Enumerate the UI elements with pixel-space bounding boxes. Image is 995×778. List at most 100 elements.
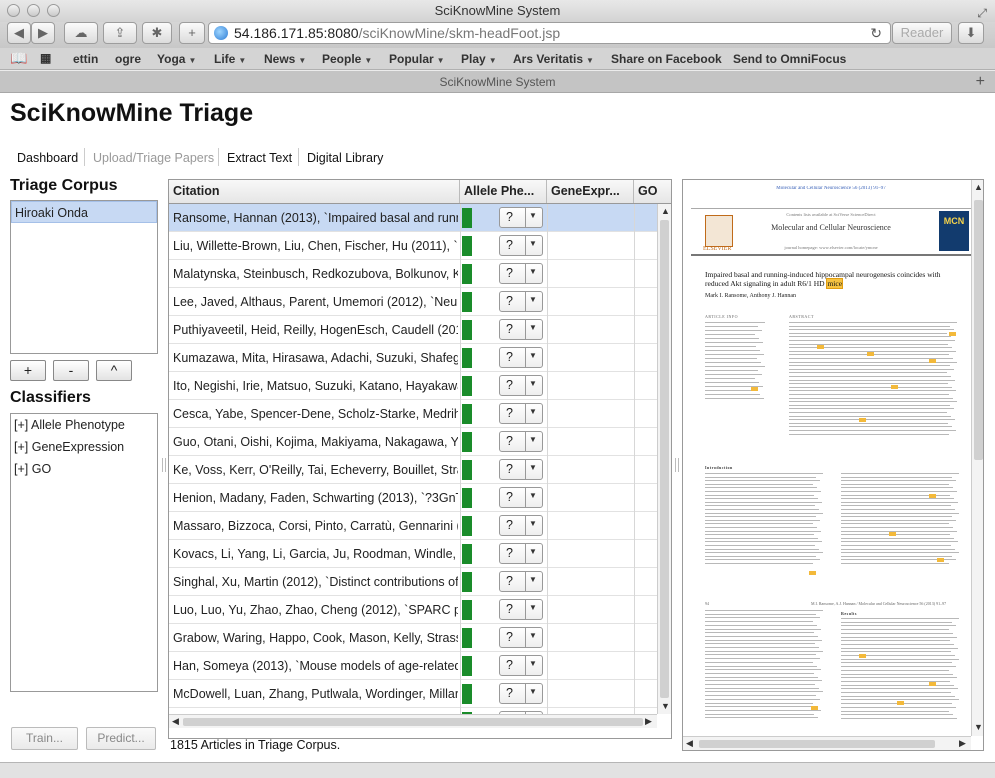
chevron-down-icon[interactable]: ▼ [529,631,537,640]
table-row[interactable]: Puthiyaveetil, Heid, Reilly, HogenEsch, … [169,316,657,344]
bookmark-item[interactable]: Share on Facebook [611,52,722,66]
column-header-allele-phenotype[interactable]: Allele Phe... [460,180,547,203]
chevron-down-icon[interactable]: ▼ [529,687,537,696]
chevron-down-icon[interactable]: ▼ [529,547,537,556]
table-horizontal-scrollbar[interactable]: ◀ ▶ [169,714,657,728]
table-row[interactable]: Liu, Willette-Brown, Liu, Chen, Fischer,… [169,232,657,260]
table-row[interactable]: Kumazawa, Mita, Hirasawa, Adachi, Suzuki… [169,344,657,372]
downloads-button[interactable]: ⬇ [958,22,984,44]
table-row[interactable]: Lee, Javed, Althaus, Parent, Umemori (20… [169,288,657,316]
bookmark-item[interactable]: Send to OmniFocus [733,52,846,66]
chevron-down-icon[interactable]: ▼ [529,463,537,472]
reload-icon[interactable]: ↻ [870,23,882,43]
icloud-tabs-button[interactable]: ☁ [64,22,98,44]
column-header-citation[interactable]: Citation [169,180,460,203]
classifier-go[interactable]: [+] GO [11,458,157,480]
allele-phenotype-select[interactable]: ?▼ [499,599,543,620]
fullscreen-icon[interactable]: ⤢ [977,2,987,24]
allele-phenotype-select[interactable]: ?▼ [499,627,543,648]
train-button[interactable]: Train... [11,727,78,750]
nav-extract-text[interactable]: Extract Text [227,151,292,165]
scroll-left-icon[interactable]: ◀ [172,716,179,727]
chevron-down-icon[interactable]: ▼ [529,603,537,612]
chevron-down-icon[interactable]: ▼ [529,323,537,332]
allele-phenotype-select[interactable]: ?▼ [499,655,543,676]
address-bar[interactable]: 54.186.171.85:8080/sciKnowMine/skm-headF… [208,22,891,44]
close-window-button[interactable] [7,4,20,17]
chevron-down-icon[interactable]: ▼ [529,239,537,248]
add-tab-icon[interactable]: + [976,71,985,93]
chevron-down-icon[interactable]: ▼ [529,379,537,388]
table-row[interactable]: Cesca, Yabe, Spencer-Dene, Scholz-Starke… [169,400,657,428]
table-row[interactable]: Massaro, Bizzoca, Corsi, Pinto, Carratù,… [169,512,657,540]
table-row[interactable]: Han, Someya (2013), `Mouse models of age… [169,652,657,680]
table-row[interactable]: Malatynska, Steinbusch, Redkozubova, Bol… [169,260,657,288]
table-row[interactable]: Luo, Luo, Yu, Zhao, Zhao, Cheng (2012), … [169,596,657,624]
table-vertical-scrollbar[interactable]: ▲ ▼ [657,204,671,714]
classifier-allele-phenotype[interactable]: [+] Allele Phenotype [11,414,157,436]
bookmark-item[interactable]: ettin [73,52,98,66]
allele-phenotype-select[interactable]: ?▼ [499,431,543,452]
scroll-right-icon[interactable]: ▶ [645,716,652,727]
chevron-down-icon[interactable]: ▼ [529,211,537,220]
pdf-vertical-thumb[interactable] [974,200,983,460]
chevron-down-icon[interactable]: ▼ [529,295,537,304]
scroll-up-icon[interactable]: ▲ [661,206,670,216]
table-row[interactable]: Grabow, Waring, Happo, Cook, Mason, Kell… [169,624,657,652]
allele-phenotype-select[interactable]: ?▼ [499,683,543,704]
column-header-gene-expression[interactable]: GeneExpr... [547,180,634,203]
allele-phenotype-select[interactable]: ?▼ [499,207,543,228]
minimize-window-button[interactable] [27,4,40,17]
column-header-go[interactable]: GO [634,180,671,203]
add-corpus-button[interactable]: + [10,360,46,381]
classifier-gene-expression[interactable]: [+] GeneExpression [11,436,157,458]
chevron-down-icon[interactable]: ▼ [529,659,537,668]
scroll-right-icon[interactable]: ▶ [959,738,966,749]
table-horizontal-thumb[interactable] [183,718,643,726]
share-button[interactable]: ⇪ [103,22,137,44]
zoom-window-button[interactable] [47,4,60,17]
table-row[interactable]: Ke, Voss, Kerr, O'Reilly, Tai, Echeverry… [169,456,657,484]
remove-corpus-button[interactable]: - [53,360,89,381]
chevron-down-icon[interactable]: ▼ [529,491,537,500]
forward-button[interactable]: ▶ [31,22,55,44]
bookmark-menu[interactable]: People ▼ [322,52,372,66]
bookmark-menu[interactable]: Yoga ▼ [157,52,196,66]
table-row[interactable]: McDowell, Luan, Zhang, Putlwala, Wording… [169,680,657,708]
back-button[interactable]: ◀ [7,22,31,44]
table-row[interactable]: Guo, Otani, Oishi, Kojima, Makiyama, Nak… [169,428,657,456]
new-tab-button[interactable]: + [179,22,205,44]
reader-button[interactable]: Reader [892,22,952,44]
allele-phenotype-select[interactable]: ?▼ [499,459,543,480]
table-vertical-thumb[interactable] [660,220,669,698]
chevron-down-icon[interactable]: ▼ [529,575,537,584]
table-row[interactable]: Ransome, Hannan (2013), `Impaired basal … [169,204,657,232]
chevron-down-icon[interactable]: ▼ [529,407,537,416]
classifiers-tree[interactable]: [+] Allele Phenotype [+] GeneExpression … [10,413,158,692]
nav-digital-library[interactable]: Digital Library [307,151,383,165]
bookmark-menu[interactable]: Popular ▼ [389,52,445,66]
allele-phenotype-select[interactable]: ?▼ [499,515,543,536]
corpus-item[interactable]: Hiroaki Onda [11,201,157,223]
table-row[interactable]: Singhal, Xu, Martin (2012), `Distinct co… [169,568,657,596]
chevron-down-icon[interactable]: ▼ [529,267,537,276]
extension-button[interactable]: ✱ [142,22,172,44]
bookmark-menu[interactable]: Life ▼ [214,52,246,66]
nav-upload-triage[interactable]: Upload/Triage Papers [93,151,214,165]
corpus-list[interactable]: Hiroaki Onda [10,200,158,354]
pdf-horizontal-thumb[interactable] [699,740,935,748]
pdf-vertical-scrollbar[interactable]: ▲ ▼ [971,180,983,736]
chevron-down-icon[interactable]: ▼ [529,519,537,528]
bookmark-item[interactable]: ogre [115,52,141,66]
bookmark-menu[interactable]: Ars Veritatis ▼ [513,52,594,66]
allele-phenotype-select[interactable]: ?▼ [499,291,543,312]
table-row[interactable]: Ito, Negishi, Irie, Matsuo, Suzuki, Kata… [169,372,657,400]
allele-phenotype-select[interactable]: ?▼ [499,375,543,396]
allele-phenotype-select[interactable]: ?▼ [499,263,543,284]
scroll-left-icon[interactable]: ◀ [686,738,693,749]
left-splitter-handle[interactable] [162,458,166,472]
nav-dashboard[interactable]: Dashboard [17,151,78,165]
allele-phenotype-select[interactable]: ?▼ [499,235,543,256]
scroll-up-icon[interactable]: ▲ [974,182,983,192]
bookmark-menu[interactable]: Play ▼ [461,52,497,66]
